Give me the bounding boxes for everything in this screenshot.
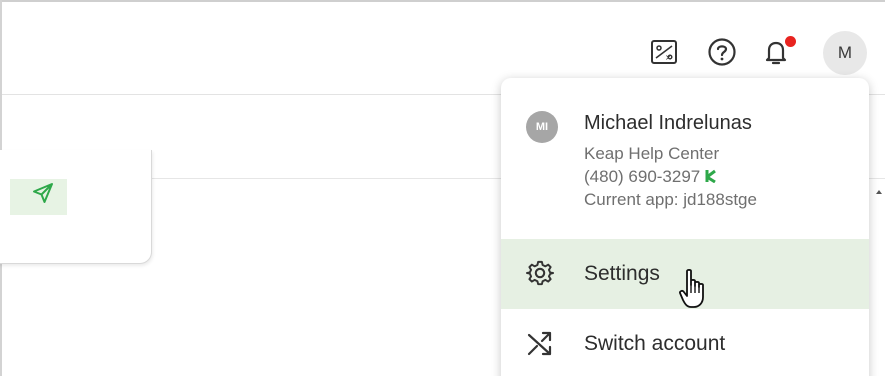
reports-icon[interactable]: × (646, 34, 682, 70)
switch-account-menu-item[interactable]: Switch account (501, 309, 869, 376)
current-app: Current app: jd188stge (584, 190, 757, 209)
company-name: Keap Help Center (584, 144, 720, 163)
send-icon[interactable] (31, 181, 55, 205)
keap-phone-icon (705, 169, 717, 183)
avatar-initial: M (837, 43, 853, 62)
switch-account-label: Switch account (584, 332, 726, 355)
switch-account-icon (527, 331, 552, 356)
user-avatar: MI (526, 111, 558, 143)
help-icon[interactable] (704, 34, 740, 70)
settings-menu-item[interactable]: Settings (501, 239, 869, 309)
account-menu: MI Michael Indrelunas Keap Help Center (… (501, 78, 869, 376)
scroll-up-arrow[interactable] (874, 187, 884, 197)
settings-label: Settings (584, 262, 660, 285)
gear-icon (526, 260, 554, 286)
phone-number-row: (480) 690-3297 (584, 167, 718, 187)
account-avatar-button[interactable]: M (823, 31, 867, 75)
notification-dot (785, 36, 796, 47)
phone-number: (480) 690-3297 (584, 167, 701, 186)
user-name: Michael Indrelunas (584, 112, 752, 134)
user-initials: MI (535, 121, 549, 133)
window-top-border (0, 0, 885, 2)
